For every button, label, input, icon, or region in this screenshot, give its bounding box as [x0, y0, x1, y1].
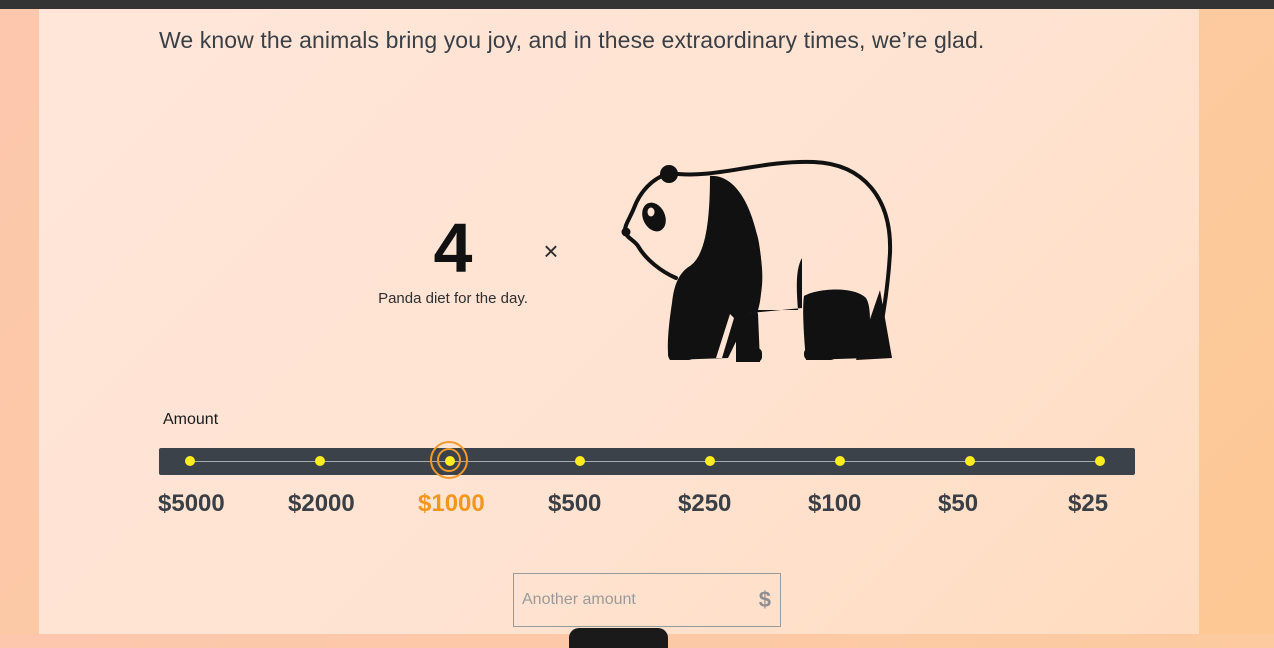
amount-option-100[interactable]: $100	[808, 490, 861, 518]
amount-option-5000[interactable]: $5000	[158, 490, 225, 518]
multiply-icon: ×	[543, 236, 559, 266]
panda-icon	[621, 159, 893, 362]
amount-option-500[interactable]: $500	[548, 490, 601, 518]
amount-option-50[interactable]: $50	[938, 490, 978, 518]
slider-stop-50[interactable]	[965, 456, 975, 466]
amount-slider-track[interactable]	[159, 448, 1135, 475]
impact-unit-label: Panda diet for the day.	[378, 290, 528, 307]
slider-stop-100[interactable]	[835, 456, 845, 466]
top-bar	[0, 0, 1274, 9]
slider-stop-1000-selected[interactable]	[430, 441, 468, 479]
currency-icon: $	[758, 587, 771, 612]
other-amount-input[interactable]	[514, 574, 752, 626]
other-amount-field[interactable]: $	[513, 573, 781, 627]
intro-text: We know the animals bring you joy, and i…	[159, 27, 985, 53]
slider-line	[189, 461, 1100, 462]
amount-option-250[interactable]: $250	[678, 490, 731, 518]
amount-option-2000[interactable]: $2000	[288, 490, 355, 518]
slider-stop-25[interactable]	[1095, 456, 1105, 466]
slider-stop-250[interactable]	[705, 456, 715, 466]
impact-count: 4	[433, 209, 473, 287]
donate-button[interactable]	[569, 628, 668, 648]
slider-stop-2000[interactable]	[315, 456, 325, 466]
amount-option-25[interactable]: $25	[1068, 490, 1108, 518]
slider-stop-500[interactable]	[575, 456, 585, 466]
amount-label: Amount	[163, 411, 219, 428]
slider-stop-5000[interactable]	[185, 456, 195, 466]
amount-option-1000[interactable]: $1000	[418, 490, 485, 518]
